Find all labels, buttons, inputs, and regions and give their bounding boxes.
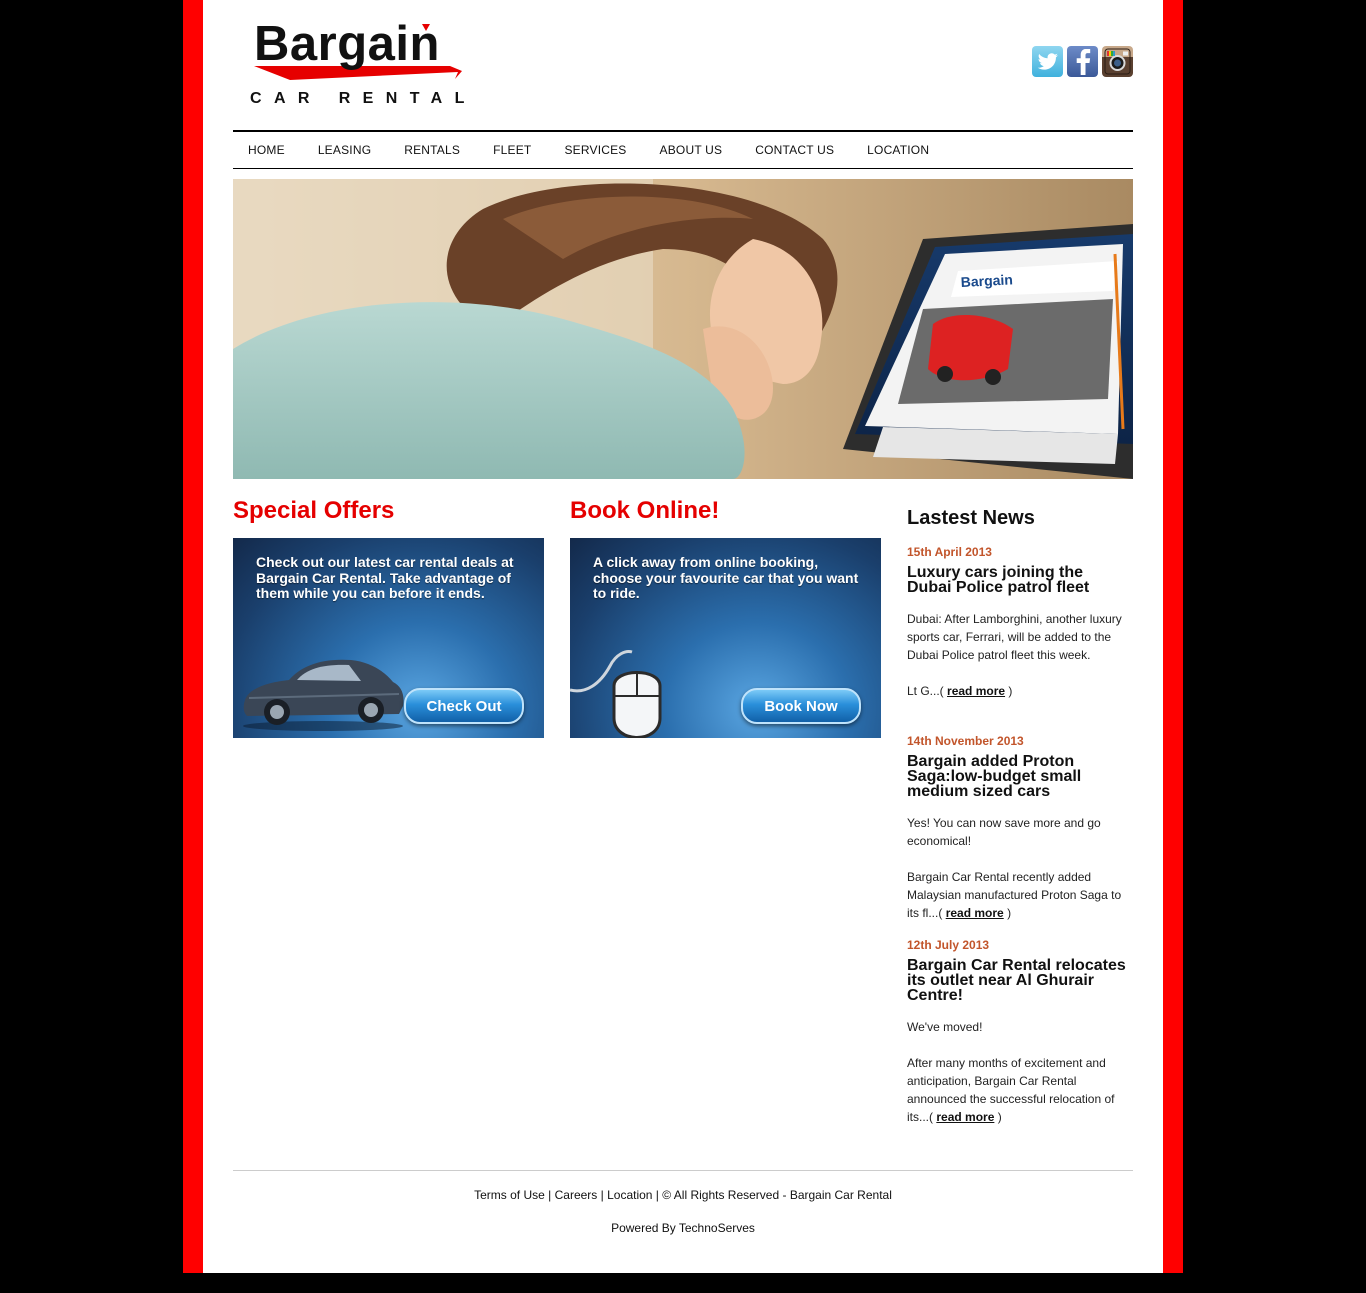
news-item: 15th April 2013 Luxury cars joining the … xyxy=(907,545,1127,700)
read-more-link[interactable]: read more xyxy=(946,906,1004,920)
instagram-icon[interactable] xyxy=(1102,46,1133,77)
nav-home[interactable]: HOME xyxy=(248,143,285,157)
car-icon xyxy=(243,659,404,731)
special-offers-title: Special Offers xyxy=(233,497,395,524)
nav-fleet[interactable]: FLEET xyxy=(493,143,531,157)
read-more-link[interactable]: read more xyxy=(947,684,1005,698)
news-excerpt-more: Lt G...( read more ) xyxy=(907,682,1127,700)
nav-leasing[interactable]: LEASING xyxy=(318,143,371,157)
page-frame: Bargain CAR RENTAL HOME LEASING RENTALS … xyxy=(183,0,1183,1273)
content-area: Bargain CAR RENTAL HOME LEASING RENTALS … xyxy=(233,0,1133,1273)
check-out-button[interactable]: Check Out xyxy=(404,688,524,724)
footer-powered-by: Powered By TechnoServes xyxy=(611,1221,755,1235)
footer-careers-link[interactable]: Careers xyxy=(555,1188,598,1202)
news-item: 12th July 2013 Bargain Car Rental reloca… xyxy=(907,938,1127,1126)
social-links xyxy=(1032,46,1133,77)
footer-links: Terms of Use | Careers | Location | © Al… xyxy=(474,1188,892,1202)
hero-banner: Bargain xyxy=(233,179,1133,479)
news-date: 14th November 2013 xyxy=(907,734,1024,748)
logo-tagline: CAR RENTAL xyxy=(250,90,477,107)
news-title[interactable]: Bargain added Proton Saga:low-budget sma… xyxy=(907,754,1127,800)
news-excerpt-close: ) xyxy=(1007,906,1012,920)
news-date: 15th April 2013 xyxy=(907,545,992,559)
main-nav: HOME LEASING RENTALS FLEET SERVICES ABOU… xyxy=(233,130,1133,169)
footer-terms-link[interactable]: Terms of Use xyxy=(474,1188,545,1202)
mouse-icon xyxy=(570,650,662,738)
hero-screen-logo: Bargain xyxy=(960,271,1013,290)
nav-contact-us[interactable]: CONTACT US xyxy=(755,143,834,157)
book-online-text: A click away from online booking, choose… xyxy=(593,554,859,601)
hero-image: Bargain xyxy=(233,179,1133,479)
news-date: 12th July 2013 xyxy=(907,938,990,952)
logo-brand-text: Bargain xyxy=(254,17,440,71)
footer-location-link[interactable]: Location xyxy=(607,1188,652,1202)
footer-copyright: © All Rights Reserved - Bargain Car Rent… xyxy=(662,1188,892,1202)
news-excerpt-tail: Bargain Car Rental recently added Malays… xyxy=(907,870,1122,920)
nav-about-us[interactable]: ABOUT US xyxy=(660,143,723,157)
book-now-button[interactable]: Book Now xyxy=(741,688,861,724)
page-container: Bargain CAR RENTAL HOME LEASING RENTALS … xyxy=(203,0,1163,1273)
news-heading: Lastest News xyxy=(907,507,1035,529)
news-item: 14th November 2013 Bargain added Proton … xyxy=(907,734,1127,922)
news-excerpt: We've moved! xyxy=(907,1020,983,1034)
news-excerpt-close: ) xyxy=(997,1110,1002,1124)
news-excerpt-more: Bargain Car Rental recently added Malays… xyxy=(907,868,1127,922)
news-excerpt: Yes! You can now save more and go econom… xyxy=(907,816,1101,848)
nav-services[interactable]: SERVICES xyxy=(564,143,626,157)
nav-rentals[interactable]: RENTALS xyxy=(404,143,460,157)
read-more-link[interactable]: read more xyxy=(936,1110,994,1124)
book-online-banner[interactable]: A click away from online booking, choose… xyxy=(570,538,881,738)
book-online-title: Book Online! xyxy=(570,497,720,524)
footer-divider xyxy=(233,1170,1133,1171)
site-logo[interactable]: Bargain CAR RENTAL xyxy=(250,17,472,110)
news-title[interactable]: Luxury cars joining the Dubai Police pat… xyxy=(907,565,1127,596)
news-title[interactable]: Bargain Car Rental relocates its outlet … xyxy=(907,958,1127,1004)
facebook-icon[interactable] xyxy=(1067,46,1098,77)
nav-location[interactable]: LOCATION xyxy=(867,143,929,157)
news-excerpt-more: After many months of excitement and anti… xyxy=(907,1054,1127,1126)
twitter-icon[interactable] xyxy=(1032,46,1063,77)
news-excerpt: Dubai: After Lamborghini, another luxury… xyxy=(907,612,1122,662)
news-excerpt-tail: Lt G...( xyxy=(907,684,944,698)
special-offers-banner[interactable]: Check out our latest car rental deals at… xyxy=(233,538,544,738)
news-excerpt-close: ) xyxy=(1008,684,1013,698)
special-offers-text: Check out our latest car rental deals at… xyxy=(256,554,514,601)
